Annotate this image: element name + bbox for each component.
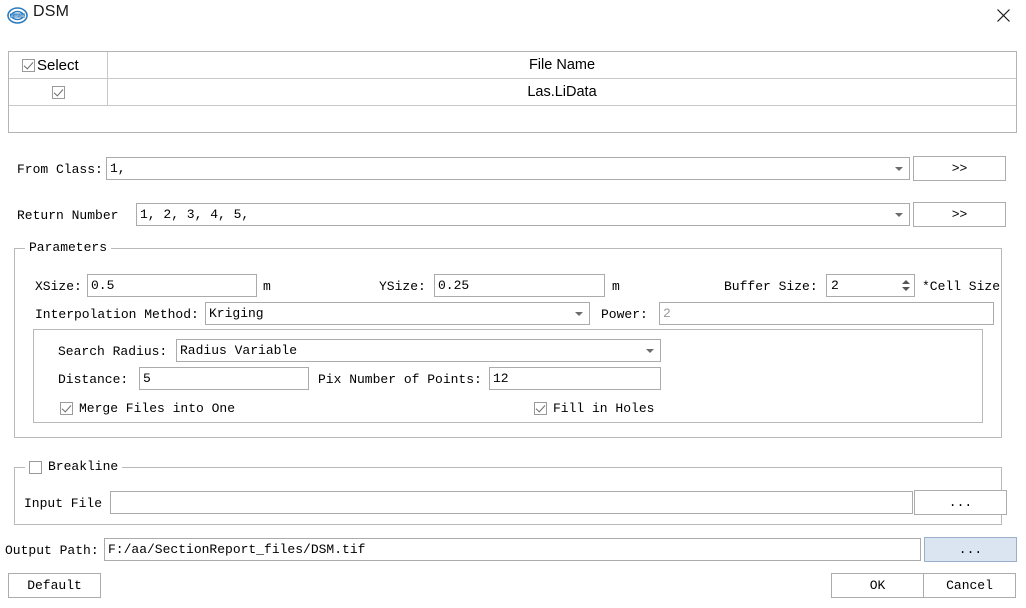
window-title: DSM [33, 3, 70, 20]
buffer-size-unit: *Cell Size [922, 279, 1001, 294]
output-path-browse-button[interactable]: ... [924, 537, 1017, 562]
xsize-unit: m [263, 279, 271, 294]
interpolation-method-value: Kriging [209, 306, 264, 321]
breakline-checkbox[interactable] [29, 460, 42, 474]
power-label: Power: [601, 307, 648, 322]
pix-number-of-points-input[interactable]: 12 [489, 367, 661, 390]
xsize-label: XSize: [35, 279, 82, 294]
return-number-label: Return Number [17, 208, 119, 223]
from-class-label: From Class: [17, 162, 103, 177]
breakline-label: Breakline [48, 459, 119, 474]
ok-button[interactable]: OK [831, 573, 924, 598]
close-icon[interactable] [980, 0, 1026, 31]
distance-input[interactable]: 5 [139, 367, 309, 390]
from-class-combo[interactable]: 1, [106, 157, 910, 180]
lidar360-logo-icon: LiDAR360 [7, 5, 28, 26]
chevron-down-icon [575, 311, 583, 316]
xsize-input[interactable]: 0.5 [87, 274, 257, 297]
interpolation-method-combo[interactable]: Kriging [205, 302, 590, 325]
cancel-button[interactable]: Cancel [923, 573, 1016, 598]
ysize-input[interactable]: 0.25 [434, 274, 605, 297]
buffer-size-stepper[interactable]: 2 [826, 274, 915, 297]
table-header-select-cell[interactable]: Select [9, 52, 108, 78]
parameters-group: Parameters XSize: 0.5 m YSize: 0.25 m Bu… [14, 241, 1002, 438]
input-file-label: Input File [24, 496, 103, 511]
merge-files-into-one-label: Merge Files into One [79, 401, 236, 416]
row-file-name: Las.LiData [527, 84, 597, 100]
column-header-select: Select [37, 56, 79, 74]
output-path-input[interactable]: F:/aa/SectionReport_files/DSM.tif [104, 538, 921, 561]
stepper-arrows[interactable] [902, 275, 910, 296]
column-header-file-name: File Name [528, 57, 596, 73]
table-empty-area [9, 106, 1016, 132]
output-path-label: Output Path: [5, 543, 99, 558]
merge-files-checkbox-box[interactable] [60, 402, 73, 415]
stepper-down-icon[interactable] [902, 287, 910, 291]
buffer-size-label: Buffer Size: [724, 279, 818, 294]
table-empty-cell [9, 106, 108, 132]
stepper-up-icon[interactable] [902, 280, 910, 284]
table-row[interactable]: Las.LiData [9, 79, 1016, 106]
breakline-group: Breakline Input File ... [14, 460, 1007, 525]
from-class-value: 1, [110, 161, 126, 176]
fill-in-holes-checkbox[interactable]: Fill in Holes [534, 402, 654, 415]
svg-text:LiDAR360: LiDAR360 [9, 14, 25, 18]
distance-label: Distance: [58, 372, 129, 387]
breakline-browse-button[interactable]: ... [914, 490, 1007, 515]
return-number-value: 1, 2, 3, 4, 5, [140, 207, 250, 222]
return-number-combo[interactable]: 1, 2, 3, 4, 5, [136, 203, 910, 226]
select-all-checkbox[interactable] [22, 58, 35, 72]
row-checkbox[interactable] [51, 85, 65, 99]
default-button[interactable]: Default [8, 573, 101, 598]
search-radius-label: Search Radius: [58, 344, 168, 359]
from-class-more-button[interactable]: >> [913, 156, 1006, 181]
file-list-table[interactable]: Select File Name Las.LiData [8, 51, 1017, 133]
fill-in-holes-checkbox-box[interactable] [534, 402, 547, 415]
pix-number-of-points-label: Pix Number of Points: [318, 372, 482, 387]
chevron-down-icon [895, 166, 903, 171]
search-radius-combo[interactable]: Radius Variable [176, 339, 661, 362]
buffer-size-value: 2 [831, 278, 839, 293]
interpolation-method-label: Interpolation Method: [35, 307, 199, 322]
fill-in-holes-label: Fill in Holes [553, 401, 655, 416]
chevron-down-icon [895, 212, 903, 217]
breakline-group-title[interactable]: Breakline [25, 459, 123, 474]
ysize-label: YSize: [379, 279, 426, 294]
parameters-group-title: Parameters [25, 241, 112, 255]
title-bar: LiDAR360 DSM [0, 0, 1026, 31]
return-number-more-button[interactable]: >> [913, 202, 1006, 227]
input-file-input[interactable] [110, 491, 913, 514]
table-header-row: Select File Name [9, 52, 1016, 79]
power-input[interactable]: 2 [659, 302, 994, 325]
ysize-unit: m [612, 279, 620, 294]
chevron-down-icon [646, 348, 654, 353]
row-select-cell[interactable] [9, 79, 108, 105]
merge-files-into-one-checkbox[interactable]: Merge Files into One [60, 402, 235, 415]
search-radius-value: Radius Variable [180, 343, 298, 358]
search-radius-box: Search Radius: Radius Variable Distance:… [33, 329, 983, 423]
